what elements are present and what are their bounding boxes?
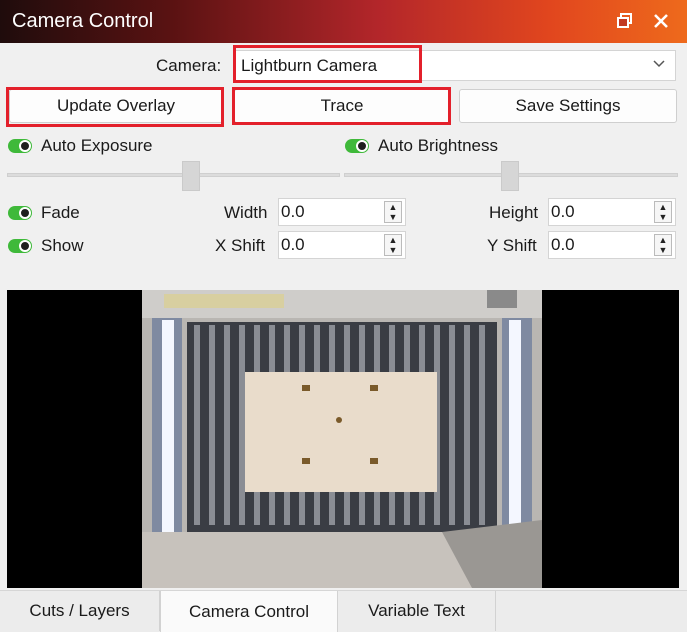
width-value: 0.0 — [281, 202, 305, 221]
tab-cuts-layers[interactable]: Cuts / Layers — [0, 591, 160, 631]
auto-exposure-label: Auto Exposure — [41, 136, 153, 155]
spin-down-icon[interactable]: ▼ — [659, 212, 668, 222]
xshift-field[interactable]: 0.0 ▲ ▼ — [278, 231, 406, 259]
spin-up-icon[interactable]: ▲ — [659, 202, 668, 212]
close-icon[interactable] — [648, 8, 674, 34]
yshift-value: 0.0 — [551, 235, 575, 254]
trace-highlight-box — [232, 87, 451, 125]
camera-label: Camera: — [156, 56, 222, 75]
auto-exposure-toggle[interactable] — [8, 139, 32, 153]
spin-up-icon[interactable]: ▲ — [659, 235, 668, 245]
title-bar: Camera Control — [0, 0, 687, 43]
width-field[interactable]: 0.0 ▲ ▼ — [278, 198, 406, 226]
yshift-spin-arrows[interactable]: ▲ ▼ — [654, 234, 672, 256]
spin-down-icon[interactable]: ▼ — [659, 245, 668, 255]
camera-image — [142, 290, 542, 588]
width-label: Width — [224, 203, 268, 222]
exposure-slider-handle[interactable] — [182, 161, 200, 191]
spin-up-icon[interactable]: ▲ — [389, 202, 398, 212]
show-toggle[interactable] — [8, 239, 32, 253]
height-label: Height — [489, 203, 539, 222]
spin-down-icon[interactable]: ▼ — [389, 245, 398, 255]
height-value: 0.0 — [551, 202, 575, 221]
width-spin-arrows[interactable]: ▲ ▼ — [384, 201, 402, 223]
float-window-icon[interactable] — [612, 8, 638, 34]
fade-label: Fade — [41, 203, 80, 222]
camera-highlight-box — [233, 45, 422, 83]
exposure-slider-track[interactable] — [7, 173, 340, 177]
spin-down-icon[interactable]: ▼ — [389, 212, 398, 222]
spin-up-icon[interactable]: ▲ — [389, 235, 398, 245]
height-spin-arrows[interactable]: ▲ ▼ — [654, 201, 672, 223]
update-overlay-highlight-box — [6, 87, 224, 127]
xshift-value: 0.0 — [281, 235, 305, 254]
yshift-field[interactable]: 0.0 ▲ ▼ — [548, 231, 676, 259]
tab-bar: Cuts / Layers Camera Control Variable Te… — [0, 590, 687, 632]
yshift-label: Y Shift — [487, 236, 537, 255]
tab-variable-text[interactable]: Variable Text — [338, 591, 496, 631]
tab-camera-control[interactable]: Camera Control — [160, 591, 338, 632]
xshift-spin-arrows[interactable]: ▲ ▼ — [384, 234, 402, 256]
window-title: Camera Control — [12, 10, 154, 32]
auto-brightness-toggle[interactable] — [345, 139, 369, 153]
save-settings-button[interactable]: Save Settings — [459, 89, 677, 123]
height-field[interactable]: 0.0 ▲ ▼ — [548, 198, 676, 226]
auto-brightness-label: Auto Brightness — [378, 136, 499, 155]
brightness-slider-handle[interactable] — [501, 161, 519, 191]
fade-toggle[interactable] — [8, 206, 32, 220]
xshift-label: X Shift — [215, 236, 266, 255]
chevron-down-icon[interactable] — [652, 56, 666, 76]
camera-view[interactable] — [7, 290, 679, 588]
show-label: Show — [41, 236, 84, 255]
